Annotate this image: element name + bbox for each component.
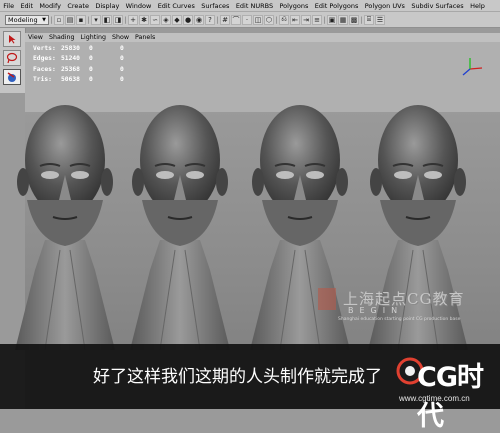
mask-surfaces-icon[interactable]: ◈: [161, 14, 171, 25]
menu-polygons[interactable]: Polygons: [276, 2, 311, 10]
menu-edit-curves[interactable]: Edit Curves: [155, 2, 199, 10]
mask-curves-icon[interactable]: ∽: [150, 14, 160, 25]
snap-view-plane-icon[interactable]: ◫: [253, 14, 263, 25]
mode-dropdown-value: Modeling: [8, 15, 38, 24]
menu-edit-nurbs[interactable]: Edit NURBS: [233, 2, 277, 10]
menu-window[interactable]: Window: [122, 2, 154, 10]
hud-row-verts: Verts: 25830 0 0: [33, 44, 124, 54]
mask-handles-icon[interactable]: +: [128, 14, 138, 25]
panel-menu-shading[interactable]: Shading: [46, 34, 78, 41]
main-menubar: File Edit Modify Create Display Window E…: [0, 0, 500, 12]
open-scene-icon[interactable]: ▤: [65, 14, 75, 25]
new-scene-icon[interactable]: ▫: [54, 14, 64, 25]
hud-row-edges: Edges: 51240 0 0: [33, 54, 124, 64]
menu-create[interactable]: Create: [64, 2, 92, 10]
hud-value: 0: [120, 45, 124, 52]
paint-select-icon: [7, 72, 16, 82]
mask-joints-icon[interactable]: ✱: [139, 14, 149, 25]
separator-icon: |: [50, 15, 53, 24]
subtitle-text: 好了这样我们这期的人头制作就完成了: [93, 367, 382, 387]
paint-select-tool-button[interactable]: [3, 69, 21, 85]
hud-value: 51240: [61, 55, 80, 63]
status-line: Modeling ▼ | ▫ ▤ ▪ | ▾ ◧ ◨ | + ✱ ∽ ◈ ◆ ●…: [0, 12, 500, 28]
lasso-icon: [6, 52, 18, 64]
hud-value: 0: [120, 65, 124, 73]
mask-dynamics-icon[interactable]: ●: [183, 14, 193, 25]
render-globals-icon[interactable]: ▩: [349, 14, 359, 25]
arrow-cursor-icon: [9, 35, 16, 44]
cgtime-logo: CG时代 www.cgtime.com.cn: [395, 350, 495, 432]
output-ops-icon[interactable]: ⇥: [301, 14, 311, 25]
school-logo-icon: [318, 288, 336, 310]
hud-value: 0: [120, 76, 124, 84]
hud-value: 0: [89, 45, 93, 52]
menu-display[interactable]: Display: [92, 2, 122, 10]
mask-deformers-icon[interactable]: ◆: [172, 14, 182, 25]
menu-help[interactable]: Help: [467, 2, 488, 10]
save-scene-icon[interactable]: ▪: [76, 14, 86, 25]
menu-surfaces[interactable]: Surfaces: [198, 2, 233, 10]
panel-menu-panels[interactable]: Panels: [132, 34, 158, 41]
panel-menu-lighting[interactable]: Lighting: [78, 34, 109, 41]
separator-icon: |: [275, 15, 278, 24]
separator-icon: |: [216, 15, 219, 24]
hud-row-faces: Faces: 25368 0 0: [33, 65, 124, 75]
history-icon[interactable]: ⎌: [279, 14, 289, 25]
menu-file[interactable]: File: [0, 2, 17, 10]
lasso-tool-button[interactable]: [3, 50, 21, 66]
snap-curve-icon[interactable]: ⌒: [231, 14, 241, 25]
hud-value: 25368: [61, 65, 80, 73]
select-component-icon[interactable]: ◨: [113, 14, 123, 25]
menu-edit-polygons[interactable]: Edit Polygons: [312, 2, 362, 10]
panel-menu-show[interactable]: Show: [109, 34, 132, 41]
separator-icon: |: [87, 15, 90, 24]
snap-point-icon[interactable]: ·: [242, 14, 252, 25]
hud-label: Verts:: [33, 45, 56, 52]
make-live-icon[interactable]: ⬡: [264, 14, 274, 25]
menu-edit[interactable]: Edit: [17, 2, 36, 10]
cgtime-url: www.cgtime.com.cn: [399, 394, 470, 403]
watermark-begin: BEGIN: [348, 306, 404, 315]
menu-polygon-uvs[interactable]: Polygon UVs: [362, 2, 409, 10]
render-icon[interactable]: ▣: [327, 14, 337, 25]
view-axis-gizmo-icon: [462, 58, 483, 76]
input-ops-icon[interactable]: ⇤: [290, 14, 300, 25]
hud-value: 25830: [61, 45, 80, 52]
hud-value: 0: [89, 76, 93, 84]
school-watermark: 上海起点CG教育 BEGIN Shanghai education starti…: [318, 288, 488, 328]
hud-value: 0: [120, 55, 124, 63]
chevron-down-icon: ▼: [42, 16, 46, 23]
poly-count-hud: Verts: 25830 0 0 Edges: 51240 0 0 Faces:…: [33, 44, 124, 86]
construction-history-icon[interactable]: ≡: [312, 14, 322, 25]
select-object-icon[interactable]: ◧: [102, 14, 112, 25]
menu-subdiv-surfaces[interactable]: Subdiv Surfaces: [408, 2, 467, 10]
separator-icon: |: [124, 15, 127, 24]
separator-icon: |: [360, 15, 363, 24]
select-tool-button[interactable]: [3, 31, 21, 47]
panel-menu-view[interactable]: View: [25, 34, 46, 41]
separator-icon: |: [323, 15, 326, 24]
numeric-input-icon[interactable]: ⌸: [364, 14, 374, 25]
select-hierarchy-icon[interactable]: ▾: [91, 14, 101, 25]
watermark-subtitle: Shanghai education starting point CG pro…: [338, 317, 461, 322]
panel-menubar: View Shading Lighting Show Panels: [25, 33, 500, 42]
mask-misc-icon[interactable]: ?: [205, 14, 215, 25]
hud-label: Faces:: [33, 65, 56, 73]
hud-value: 0: [89, 55, 93, 63]
hud-value: 0: [89, 65, 93, 73]
mask-render-icon[interactable]: ◉: [194, 14, 204, 25]
snap-grid-icon[interactable]: #: [220, 14, 230, 25]
menu-modify[interactable]: Modify: [36, 2, 64, 10]
hud-label: Tris:: [33, 76, 52, 84]
hud-row-tris: Tris: 50638 0 0: [33, 75, 124, 85]
hud-label: Edges:: [33, 55, 56, 63]
ipr-render-icon[interactable]: ▦: [338, 14, 348, 25]
channel-box-icon[interactable]: ☰: [375, 14, 385, 25]
toolbox: [0, 28, 26, 93]
hud-value: 50638: [61, 76, 80, 84]
mode-dropdown[interactable]: Modeling ▼: [5, 14, 49, 25]
